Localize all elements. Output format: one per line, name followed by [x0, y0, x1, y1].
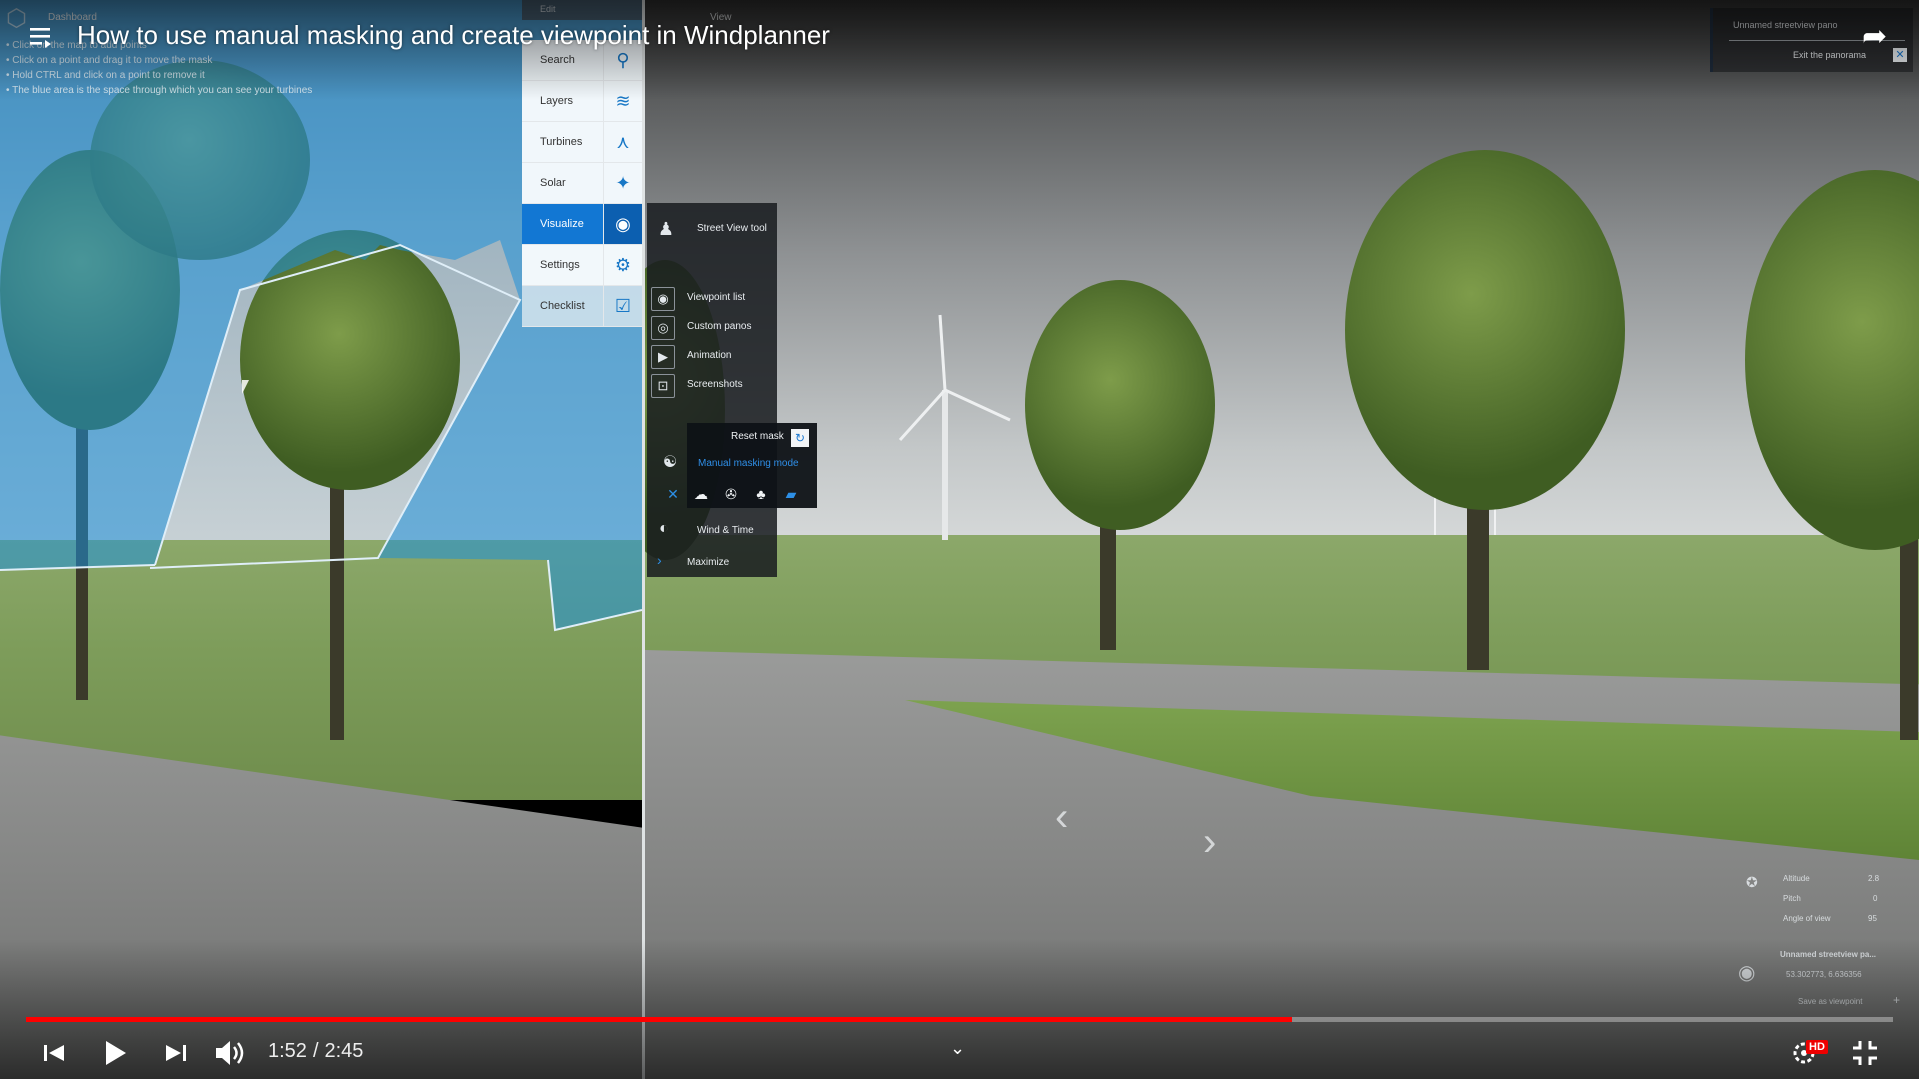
altitude-value: 2.8	[1868, 874, 1880, 883]
altitude-label: Altitude	[1783, 874, 1810, 883]
checkbox-icon: ☑	[603, 286, 642, 326]
chevron-right-icon: ›	[657, 552, 662, 568]
reset-mask-label: Reset mask	[731, 431, 784, 442]
wind-time-item[interactable]: ◐ Wind & Time	[647, 516, 777, 546]
menu-item-layers[interactable]: Layers ≋	[522, 81, 642, 122]
cloud-tool-icon[interactable]: ☁	[689, 483, 713, 505]
wind-turbine	[898, 314, 1011, 540]
time-display: 1:52/2:45	[268, 1040, 363, 1063]
sky	[645, 0, 1919, 560]
viewpoint-eye-icon[interactable]: ◉	[1738, 960, 1755, 985]
drone-icon: ✪	[1746, 874, 1758, 890]
app-menu: Search ⚲ Layers ≋ Turbines ⋏ Solar ✦ Vis…	[522, 40, 642, 327]
menu-item-label: Layers	[540, 95, 574, 107]
menu-item-turbines[interactable]: Turbines ⋏	[522, 122, 642, 163]
viewpoint-list-label: Viewpoint list	[687, 292, 746, 303]
gear-icon: ⚙	[603, 245, 642, 285]
pitch-value: 0	[1873, 894, 1878, 903]
viewpoint-list-item[interactable]: ◉ Viewpoint list	[647, 285, 777, 311]
mask-mode-icon[interactable]: ☯	[659, 452, 681, 474]
menu-item-label: Visualize	[540, 218, 584, 230]
menu-item-label: Turbines	[540, 136, 583, 148]
street-view-tool[interactable]: ♟ Street View tool	[647, 213, 777, 245]
menu-item-solar[interactable]: Solar ✦	[522, 163, 642, 204]
turbine-tool-icon[interactable]: ✇	[719, 483, 743, 505]
cross-tool-icon[interactable]: ✕	[661, 483, 685, 505]
next-button[interactable]	[160, 1033, 190, 1073]
instruction-line: • The blue area is the space through whi…	[6, 85, 313, 96]
edit-label: Edit	[540, 4, 556, 14]
tree-crown	[1025, 280, 1215, 530]
previous-button[interactable]	[40, 1033, 70, 1073]
viewpoint-name: Unnamed streetview pa...	[1780, 950, 1877, 959]
plus-icon[interactable]: +	[1893, 993, 1900, 1007]
chevron-down-icon[interactable]: ⌄	[950, 1038, 965, 1059]
animation-item[interactable]: ▶ Animation	[647, 343, 777, 369]
share-icon[interactable]: ➦	[1862, 22, 1898, 52]
current-time: 1:52	[268, 1040, 307, 1062]
eye-icon: ◉	[651, 287, 675, 311]
building-tool-icon[interactable]: ▰	[779, 483, 803, 505]
globe-icon: ◐	[659, 520, 669, 537]
camera-icon: ◎	[651, 316, 675, 340]
layers-icon: ≋	[603, 81, 642, 121]
custom-panos-label: Custom panos	[687, 321, 752, 332]
menu-item-label: Solar	[540, 177, 566, 189]
solar-icon: ✦	[603, 163, 642, 203]
menu-item-settings[interactable]: Settings ⚙	[522, 245, 642, 286]
manual-masking-mode[interactable]: Manual masking mode	[698, 458, 799, 469]
screenshot-icon: ⊡	[651, 374, 675, 398]
screenshots-item[interactable]: ⊡ Screenshots	[647, 372, 777, 398]
animation-label: Animation	[687, 350, 732, 361]
nav-arrow-right-icon[interactable]: ›	[1203, 820, 1216, 865]
video-stage[interactable]: ‹ › • Click on the map to add points • C…	[0, 0, 1919, 1079]
progress-bar[interactable]	[26, 1017, 1893, 1022]
exit-fullscreen-icon[interactable]	[1850, 1038, 1880, 1068]
wind-time-label: Wind & Time	[697, 525, 754, 536]
maximize-label: Maximize	[687, 557, 730, 568]
mask-toolbar: ✕ ☁ ✇ ♣ ▰	[667, 481, 817, 507]
time-separator: /	[312, 1040, 319, 1062]
hd-badge: HD	[1806, 1040, 1828, 1054]
angle-label: Angle of view	[1783, 914, 1831, 923]
pitch-label: Pitch	[1783, 894, 1801, 903]
eye-icon: ◉	[603, 204, 642, 244]
viewpoint-info: ✪ Altitude 2.8 Pitch 0 Angle of view 95 …	[1728, 860, 1908, 1020]
menu-item-label: Checklist	[540, 300, 585, 312]
menu-item-label: Settings	[540, 259, 580, 271]
video-title[interactable]: How to use manual masking and create vie…	[77, 20, 830, 51]
mouse-cursor	[242, 380, 249, 394]
menu-item-visualize[interactable]: Visualize ◉	[522, 204, 642, 245]
custom-panos-item[interactable]: ◎ Custom panos	[647, 314, 777, 340]
save-viewpoint-button[interactable]: Save as viewpoint	[1798, 997, 1862, 1006]
split-divider[interactable]	[642, 0, 645, 1079]
edit-tab[interactable]: Edit	[522, 0, 642, 20]
viewpoint-coordinates: 53.302773, 6.636356	[1786, 970, 1862, 979]
duration: 2:45	[324, 1040, 364, 1062]
pano-name: Unnamed streetview pano	[1733, 20, 1838, 30]
maximize-item[interactable]: › Maximize	[647, 550, 777, 576]
instruction-line: • Hold CTRL and click on a point to remo…	[6, 70, 205, 81]
pegman-icon: ♟	[657, 219, 675, 239]
reset-mask-button[interactable]: ↻	[791, 429, 809, 447]
progress-played	[26, 1017, 1292, 1022]
menu-item-checklist[interactable]: Checklist ☑	[522, 286, 642, 327]
playlist-icon[interactable]	[28, 24, 54, 50]
play-button[interactable]	[98, 1033, 132, 1073]
masking-submenu: Reset mask ↻ Manual masking mode ✕ ☁ ✇ ♣…	[667, 423, 817, 508]
exit-panorama-link[interactable]: Exit the panorama	[1793, 50, 1866, 60]
video-icon: ▶	[651, 345, 675, 369]
turbine-icon: ⋏	[603, 122, 642, 162]
nav-arrow-left-icon[interactable]: ‹	[1055, 795, 1068, 840]
tree-tool-icon[interactable]: ♣	[749, 483, 773, 505]
volume-button[interactable]	[212, 1033, 252, 1073]
tree-crown	[1345, 150, 1625, 510]
screenshots-label: Screenshots	[687, 379, 743, 390]
instruction-line: • Click on a point and drag it to move t…	[6, 55, 213, 66]
angle-value: 95	[1868, 914, 1877, 923]
street-view-label: Street View tool	[697, 223, 767, 234]
